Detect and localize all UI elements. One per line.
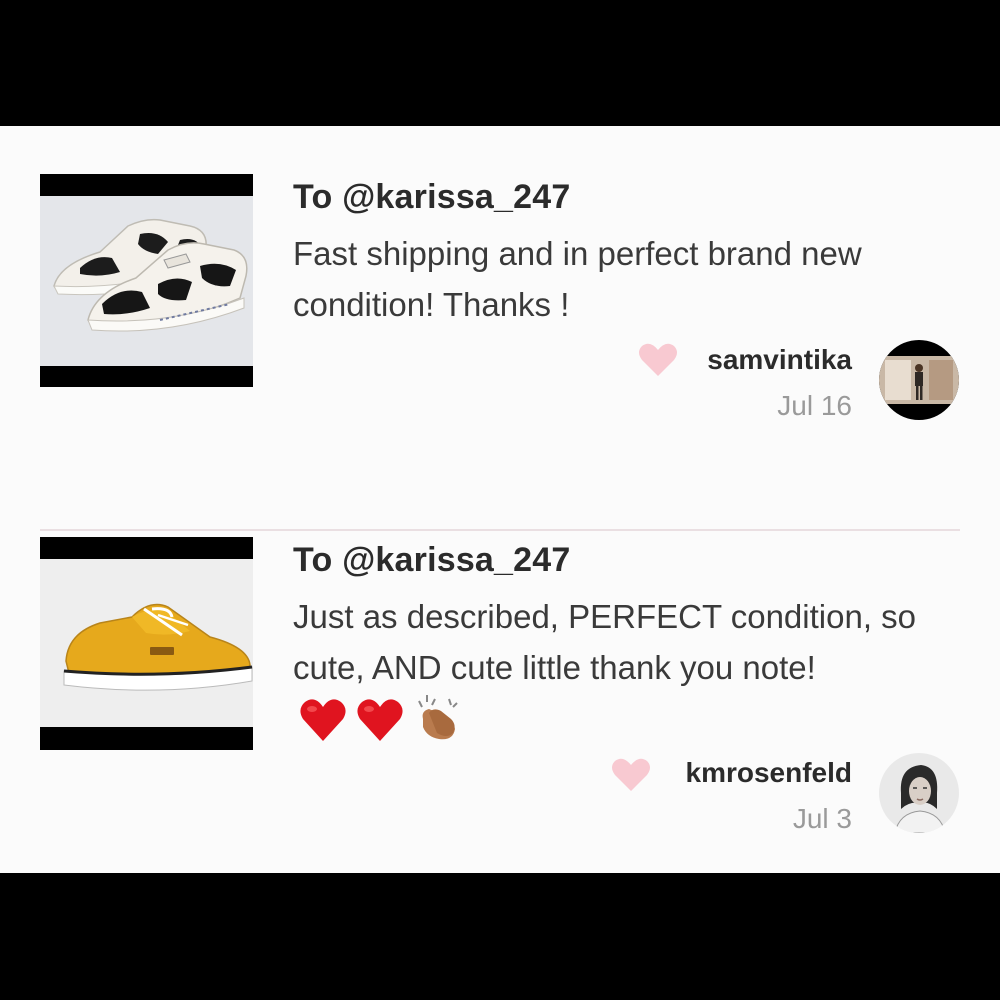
reviewer-avatar[interactable] [879,340,959,420]
heart-icon [612,758,650,791]
review-date: Jul 16 [777,390,852,421]
recipient-username[interactable]: @karissa_247 [342,541,570,579]
reviews-list: To @karissa_247 Fast shipping and in per… [0,126,1000,873]
product-thumbnail[interactable] [40,537,253,750]
review-text: Just as described, PERFECT condition, so… [293,591,933,757]
review-item: To @karissa_247 Fast shipping and in per… [0,174,1000,531]
avatar-photo [879,753,959,833]
to-prefix: To [293,541,343,579]
review-item: To @karissa_247 Just as described, PERFE… [0,537,1000,847]
review-text: Fast shipping and in perfect brand new c… [293,228,933,330]
reviewer-avatar[interactable] [879,753,959,833]
avatar-photo [879,340,959,420]
reviewer-username[interactable]: samvintika [707,344,852,376]
cow-print-sneakers-image [40,174,253,387]
product-thumbnail[interactable] [40,174,253,387]
to-prefix: To [293,178,343,216]
emoji-row [299,693,463,757]
review-date: Jul 3 [792,803,852,834]
review-recipient-line: To @karissa_247 [293,178,570,217]
review-text-content: Just as described, PERFECT condition, so… [293,598,917,686]
recipient-username[interactable]: @karissa_247 [342,178,570,216]
reviewer-username[interactable]: kmrosenfeld [686,757,853,789]
bottom-black-bar [0,873,1000,1000]
review-divider [40,529,960,531]
red-heart-icon [300,699,346,741]
top-black-bar [0,0,1000,126]
red-heart-icon [357,699,403,741]
yellow-sneaker-image [40,537,253,750]
review-recipient-line: To @karissa_247 [293,541,570,580]
heart-icon [639,343,677,376]
clapping-hands-icon [418,695,459,740]
review-text-content: Fast shipping and in perfect brand new c… [293,235,862,323]
